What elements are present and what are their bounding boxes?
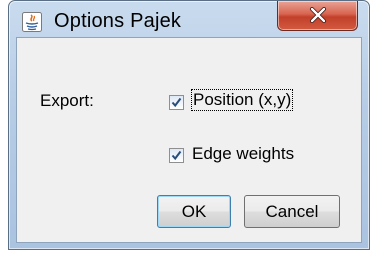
dialog-content: Export: Position (x,y) Edge weights OK C… xyxy=(16,37,362,243)
edge-weights-checkbox-label[interactable]: Edge weights xyxy=(192,144,294,164)
close-button[interactable] xyxy=(277,1,358,31)
export-label: Export: xyxy=(40,91,94,110)
edge-weights-checkbox[interactable] xyxy=(169,148,184,163)
title-bar[interactable]: Options Pajek xyxy=(9,1,369,35)
window-title: Options Pajek xyxy=(54,10,182,32)
checkmark-icon xyxy=(171,97,182,108)
position-checkbox-label[interactable]: Position (x,y) xyxy=(190,89,294,111)
ok-button[interactable]: OK xyxy=(157,195,231,228)
java-icon xyxy=(22,12,42,32)
position-checkbox[interactable] xyxy=(169,95,184,110)
cancel-button[interactable]: Cancel xyxy=(244,195,340,228)
checkmark-icon xyxy=(171,150,182,161)
options-pajek-dialog: Options Pajek Export: Position (x,y) Edg… xyxy=(8,0,370,250)
close-icon xyxy=(310,7,326,23)
